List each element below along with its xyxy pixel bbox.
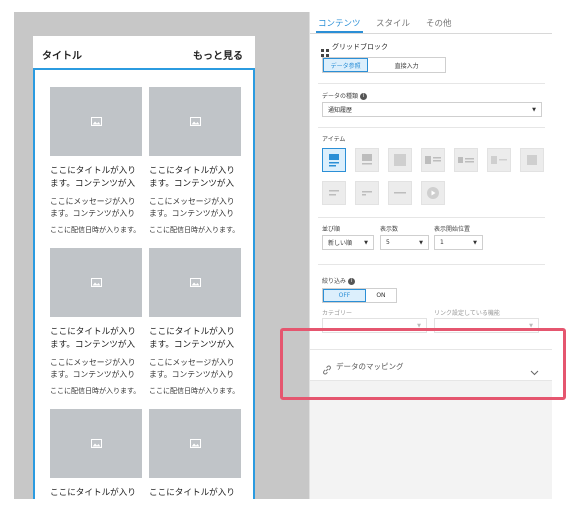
category-label: カテゴリー xyxy=(322,310,353,317)
card-message: ここにメッセージが入ります。コンテンツが入ります xyxy=(149,197,235,218)
filter-toggle: OFF ON xyxy=(322,288,397,303)
card-message: ここにメッセージが入ります。コンテンツが入ります xyxy=(50,197,136,218)
card-message: ここにメッセージが入ります。コンテンツが入ります xyxy=(50,358,136,379)
image-placeholder-icon xyxy=(50,248,142,317)
preview-title: タイトル xyxy=(42,51,82,62)
items-label: アイテム xyxy=(322,136,346,143)
info-icon[interactable]: i xyxy=(360,93,368,100)
image-placeholder-icon xyxy=(50,87,142,156)
preview-header: タイトル もっと見る xyxy=(33,36,255,68)
card-title: ここにタイトルが入ります。コンテンツが入ります xyxy=(149,327,235,350)
tab-contents[interactable]: コンテンツ xyxy=(318,17,361,29)
card-title: ここにタイトルが入ります。コンテンツが入ります xyxy=(149,488,235,498)
card-message: ここにメッセージが入ります。コンテンツが入ります xyxy=(149,358,235,379)
card-title: ここにタイトルが入ります。コンテンツが入ります xyxy=(50,488,136,498)
annotation-highlight xyxy=(280,328,566,400)
start-label: 表示開始位置 xyxy=(434,226,471,233)
count-value: 5 xyxy=(386,239,390,246)
info-icon[interactable]: i xyxy=(348,278,356,285)
divider xyxy=(318,264,545,265)
grid-card[interactable]: ここにタイトルが入ります。コンテンツが入ります xyxy=(149,409,241,499)
settings-panel: コンテンツ スタイル その他 グリッドブロック データ参照 直接入力 データの種… xyxy=(309,12,552,499)
layout-image-text-icon[interactable] xyxy=(355,148,379,172)
layout-image-only-icon[interactable] xyxy=(388,148,412,172)
sort-select[interactable]: 新しい順 ▼ xyxy=(322,235,374,250)
data-type-value: 通知履歴 xyxy=(328,107,353,114)
chevron-down-icon: ▼ xyxy=(532,106,536,113)
layout-text-single-icon[interactable] xyxy=(355,181,379,205)
divider xyxy=(318,217,545,218)
grid-card[interactable]: ここにタイトルが入ります。コンテンツが入ります xyxy=(50,409,142,499)
layout-image-top-icon[interactable] xyxy=(322,148,346,172)
mode-toggle: データ参照 直接入力 xyxy=(322,57,446,73)
divider xyxy=(318,83,545,84)
tab-other[interactable]: その他 xyxy=(426,17,452,29)
layout-text-icon[interactable] xyxy=(322,181,346,205)
image-placeholder-icon xyxy=(149,248,241,317)
panel-tabs: コンテンツ スタイル その他 xyxy=(310,12,552,34)
divider xyxy=(318,127,545,128)
mode-data-reference[interactable]: データ参照 xyxy=(323,58,369,72)
grid-card[interactable]: ここにタイトルが入ります。コンテンツが入ります ここにメッセージが入ります。コン… xyxy=(50,87,142,235)
card-title: ここにタイトルが入ります。コンテンツが入ります xyxy=(50,327,136,350)
filter-label: 絞り込み i xyxy=(322,276,356,285)
card-date: ここに配信日時が入ります。 xyxy=(149,387,240,395)
mode-direct-input[interactable]: 直接入力 xyxy=(368,58,445,72)
layout-image-left-small-icon[interactable] xyxy=(454,148,478,172)
block-name: グリッドブロック xyxy=(332,43,388,51)
sort-label: 並び順 xyxy=(322,226,341,233)
sort-value: 新しい順 xyxy=(328,240,353,247)
layout-video-icon[interactable] xyxy=(421,181,445,205)
count-label: 表示数 xyxy=(380,226,399,233)
count-select[interactable]: 5 ▼ xyxy=(380,235,429,250)
chevron-down-icon: ▼ xyxy=(364,239,368,246)
card-date: ここに配信日時が入ります。 xyxy=(50,387,141,395)
filter-on[interactable]: ON xyxy=(366,289,396,302)
chevron-down-icon: ▼ xyxy=(473,239,477,246)
grid-card[interactable]: ここにタイトルが入ります。コンテンツが入ります ここにメッセージが入ります。コン… xyxy=(149,87,241,235)
layout-line-icon[interactable] xyxy=(388,181,412,205)
active-tab-indicator xyxy=(316,31,363,33)
layout-image-row-icon[interactable] xyxy=(487,148,511,172)
preview-canvas: タイトル もっと見る ここにタイトルが入ります。コンテンツが入ります ここにメッ… xyxy=(14,12,309,499)
tab-style[interactable]: スタイル xyxy=(376,17,410,29)
card-title: ここにタイトルが入ります。コンテンツが入ります xyxy=(149,166,235,189)
image-placeholder-icon xyxy=(50,409,142,478)
layout-image-left-icon[interactable] xyxy=(421,148,445,172)
start-select[interactable]: 1 ▼ xyxy=(434,235,483,250)
card-title: ここにタイトルが入ります。コンテンツが入ります xyxy=(50,166,136,189)
phone-preview: タイトル もっと見る ここにタイトルが入ります。コンテンツが入ります ここにメッ… xyxy=(33,36,255,499)
data-type-select[interactable]: 通知履歴 ▼ xyxy=(322,102,542,117)
grid-block-selected[interactable]: ここにタイトルが入ります。コンテンツが入ります ここにメッセージが入ります。コン… xyxy=(33,68,255,499)
filter-off[interactable]: OFF xyxy=(323,289,366,302)
grid-card[interactable]: ここにタイトルが入ります。コンテンツが入ります ここにメッセージが入ります。コン… xyxy=(50,248,142,396)
link-label: リンク設定している機能 xyxy=(434,310,500,317)
image-placeholder-icon xyxy=(149,409,241,478)
start-value: 1 xyxy=(440,239,444,246)
chevron-down-icon: ▼ xyxy=(419,239,423,246)
card-date: ここに配信日時が入ります。 xyxy=(149,226,240,234)
card-date: ここに配信日時が入ります。 xyxy=(50,226,141,234)
layout-thumbnail-icon[interactable] xyxy=(520,148,544,172)
image-placeholder-icon xyxy=(149,87,241,156)
data-type-label: データの種類 i xyxy=(322,91,368,100)
more-link[interactable]: もっと見る xyxy=(193,47,243,62)
grid-card[interactable]: ここにタイトルが入ります。コンテンツが入ります ここにメッセージが入ります。コン… xyxy=(149,248,241,396)
